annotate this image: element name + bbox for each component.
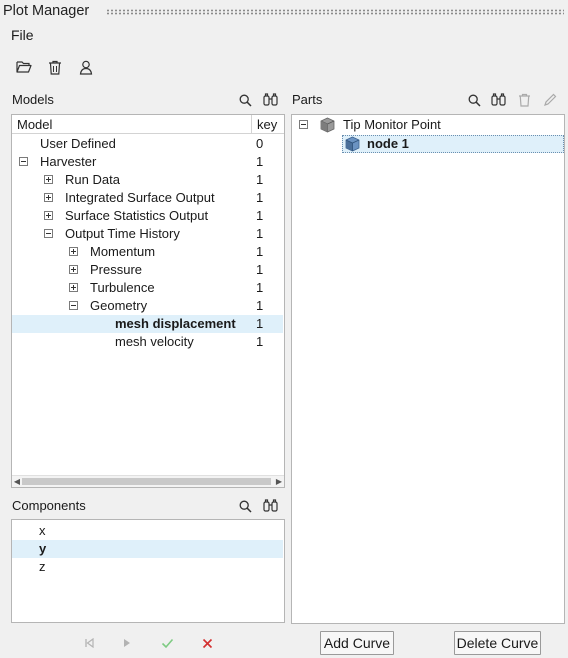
models-horizontal-scrollbar[interactable]: ◀ ▶ [12, 475, 284, 487]
trash-icon[interactable] [45, 57, 65, 77]
tree-row-label: Surface Statistics Output [65, 208, 209, 223]
parts-label: Parts [292, 92, 323, 107]
expand-icon[interactable] [69, 247, 78, 256]
scroll-right-icon[interactable]: ▶ [274, 476, 284, 487]
components-list[interactable]: x y z [11, 519, 285, 623]
tree-row-label: Turbulence [90, 280, 155, 295]
tree-row-label: mesh displacement [115, 316, 236, 331]
components-find-icon[interactable] [261, 497, 279, 515]
parts-tree[interactable]: Tip Monitor Point node 1 [291, 114, 565, 624]
tree-row-harvester[interactable]: Harvester 1 [12, 153, 283, 171]
tree-row-geometry[interactable]: Geometry 1 [12, 297, 283, 315]
parts-edit-icon[interactable] [541, 91, 559, 109]
tree-row-tip-monitor-point[interactable]: Tip Monitor Point [292, 116, 564, 134]
tree-row-user-defined[interactable]: User Defined 0 [12, 135, 283, 153]
tree-row-mesh-displacement[interactable]: mesh displacement 1 [12, 315, 283, 333]
scrollbar-thumb[interactable] [22, 478, 271, 485]
expand-icon[interactable] [69, 265, 78, 274]
tree-row-key: 1 [256, 226, 264, 241]
column-header-key[interactable]: key [257, 117, 277, 132]
tree-row-label: Pressure [90, 262, 143, 277]
components-search-icon[interactable] [236, 497, 254, 515]
collapse-icon[interactable] [299, 120, 308, 129]
folder-open-icon[interactable] [14, 57, 34, 77]
collapse-icon[interactable] [69, 301, 78, 310]
menu-file[interactable]: File [11, 27, 34, 43]
tree-row-key: 1 [256, 316, 264, 331]
tree-row-label: Momentum [90, 244, 156, 259]
tree-row-label: Harvester [40, 154, 97, 169]
part-icon [345, 136, 360, 155]
tree-row-key: 1 [256, 262, 264, 277]
collapse-icon[interactable] [19, 157, 28, 166]
tree-row-key: 1 [256, 154, 264, 169]
tree-row-label: Run Data [65, 172, 120, 187]
user-icon[interactable] [76, 57, 96, 77]
first-icon[interactable] [80, 634, 98, 652]
tree-row-momentum[interactable]: Momentum 1 [12, 243, 283, 261]
models-tree[interactable]: Model key User Defined 0 Harvester 1 Run… [11, 114, 285, 488]
tree-row-key: 1 [256, 334, 264, 349]
tree-row-node-1[interactable]: node 1 [342, 135, 564, 153]
tree-row-key: 1 [256, 280, 264, 295]
tree-row-output-time-history[interactable]: Output Time History 1 [12, 225, 283, 243]
scroll-left-icon[interactable]: ◀ [12, 476, 22, 487]
tree-row-key: 1 [256, 298, 264, 313]
reject-close-icon[interactable] [198, 634, 216, 652]
tree-row-run-data[interactable]: Run Data 1 [12, 171, 283, 189]
expand-icon[interactable] [44, 193, 53, 202]
expand-icon[interactable] [44, 211, 53, 220]
models-label: Models [12, 92, 54, 107]
tree-row-label: mesh velocity [115, 334, 194, 349]
list-item[interactable]: y [12, 540, 283, 558]
collapse-icon[interactable] [44, 229, 53, 238]
expand-icon[interactable] [69, 283, 78, 292]
tree-row-label: User Defined [40, 136, 116, 151]
tree-row-label: node 1 [367, 136, 409, 151]
tree-row-label: Tip Monitor Point [343, 117, 441, 132]
list-item[interactable]: x [12, 522, 283, 540]
part-group-icon [320, 117, 335, 136]
tree-row-label: Geometry [90, 298, 148, 313]
tree-row-pressure[interactable]: Pressure 1 [12, 261, 283, 279]
window-title: Plot Manager [3, 3, 90, 19]
column-header-model[interactable]: Model [17, 117, 52, 132]
title-grip-handle[interactable] [106, 9, 564, 15]
tree-row-integrated-surface-output[interactable]: Integrated Surface Output 1 [12, 189, 283, 207]
tree-row-key: 1 [256, 244, 264, 259]
delete-curve-button[interactable]: Delete Curve [454, 631, 541, 655]
parts-delete-icon[interactable] [515, 91, 533, 109]
list-item[interactable]: z [12, 558, 283, 576]
tree-row-mesh-velocity[interactable]: mesh velocity 1 [12, 333, 283, 351]
tree-row-surface-statistics-output[interactable]: Surface Statistics Output 1 [12, 207, 283, 225]
models-search-icon[interactable] [236, 91, 254, 109]
models-find-icon[interactable] [261, 91, 279, 109]
tree-row-label: Output Time History [65, 226, 180, 241]
tree-row-turbulence[interactable]: Turbulence 1 [12, 279, 283, 297]
play-icon[interactable] [118, 634, 136, 652]
add-curve-button[interactable]: Add Curve [320, 631, 394, 655]
tree-row-key: 1 [256, 190, 264, 205]
parts-search-icon[interactable] [465, 91, 483, 109]
components-label: Components [12, 498, 86, 513]
tree-row-label: Integrated Surface Output [65, 190, 215, 205]
parts-find-icon[interactable] [489, 91, 507, 109]
expand-icon[interactable] [44, 175, 53, 184]
tree-row-key: 1 [256, 208, 264, 223]
models-tree-header: Model key [12, 115, 284, 134]
tree-row-key: 1 [256, 172, 264, 187]
accept-check-icon[interactable] [158, 634, 176, 652]
tree-row-key: 0 [256, 136, 264, 151]
